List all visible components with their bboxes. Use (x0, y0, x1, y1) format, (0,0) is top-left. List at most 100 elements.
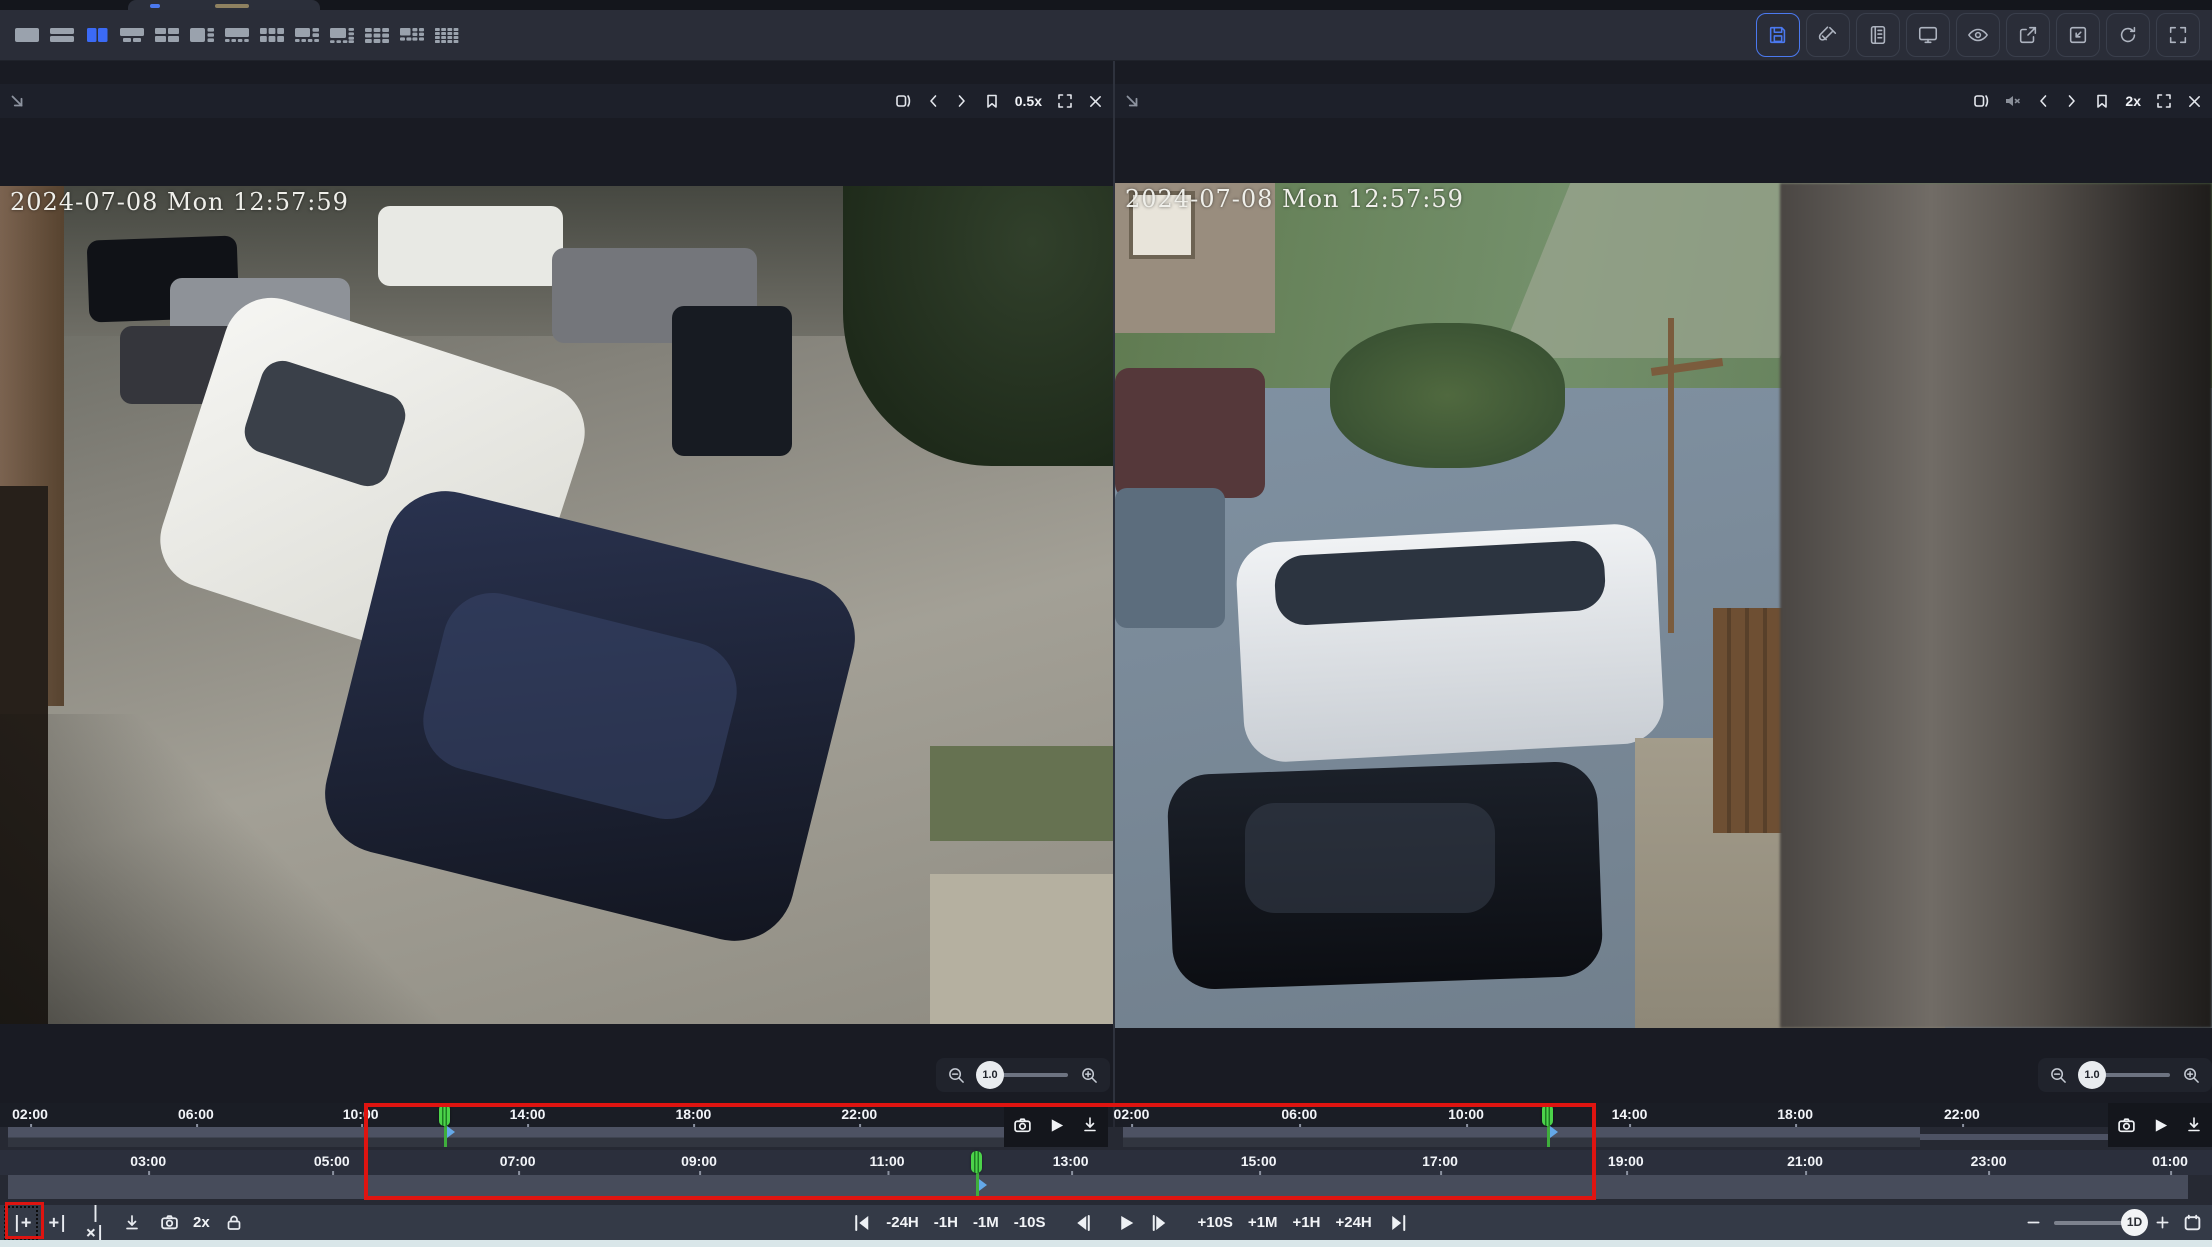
mark-out-button[interactable]: +| (45, 1210, 71, 1236)
zoom-slider-knob[interactable]: 1.0 (2078, 1061, 2106, 1089)
range-slider-track[interactable]: 1D (2054, 1221, 2132, 1225)
step-back-button[interactable] (1072, 1213, 1092, 1233)
skip-to-start-button[interactable] (851, 1213, 871, 1233)
layout-1-button[interactable] (14, 26, 40, 44)
layout-2-vertical-button-selected[interactable] (84, 26, 110, 44)
jump-forward-1m-button[interactable]: +1M (1248, 1214, 1278, 1231)
camera1-timeline[interactable]: 02:00 06:00 10:00 14:00 18:00 22:00 (0, 1103, 1113, 1147)
range-slider-knob[interactable]: 1D (2121, 1209, 2148, 1236)
bookmark-icon[interactable] (984, 93, 1000, 109)
share-icon (2017, 24, 2039, 46)
close-pane-icon[interactable] (2187, 94, 2202, 109)
side-panel-icon[interactable] (895, 93, 911, 109)
jump-forward-10s-button[interactable]: +10S (1197, 1214, 1232, 1231)
layout-16-button[interactable] (434, 26, 460, 44)
snapshot-icon[interactable] (1013, 1116, 1032, 1135)
close-pane-icon[interactable] (1088, 94, 1103, 109)
zoom-in-icon[interactable] (2183, 1067, 2200, 1084)
pane1-speed-label[interactable]: 0.5x (1015, 93, 1042, 109)
layout-9-button[interactable] (364, 26, 390, 44)
next-record-icon[interactable] (955, 93, 969, 109)
scene-car-bluegray (1115, 488, 1225, 628)
play-button[interactable] (1115, 1213, 1135, 1233)
layout-1-plus-2-button[interactable] (119, 26, 145, 44)
pane2-speed-label[interactable]: 2x (2125, 93, 2141, 109)
jump-back-1m-button[interactable]: -1M (973, 1214, 999, 1231)
download-clip-button[interactable] (119, 1210, 145, 1236)
jump-back-1h-button[interactable]: -1H (934, 1214, 958, 1231)
records-button[interactable] (1856, 13, 1900, 57)
layout-4-button[interactable] (154, 26, 180, 44)
share-button[interactable] (2006, 13, 2050, 57)
skip-to-end-button[interactable] (1387, 1213, 1407, 1233)
jump-forward-1h-button[interactable]: +1H (1293, 1214, 1321, 1231)
range-zoom-in-button[interactable] (2155, 1215, 2170, 1230)
camera2-timeline[interactable]: 02:00 06:00 10:00 14:00 18:00 22:00 (1115, 1103, 2212, 1147)
previous-record-icon[interactable] (2036, 93, 2050, 109)
zoom-in-icon[interactable] (1081, 1067, 1098, 1084)
combined-playhead[interactable] (971, 1151, 982, 1173)
playback-speed-button[interactable]: 2x (193, 1214, 210, 1231)
audio-muted-icon[interactable] (2004, 93, 2021, 109)
download-icon[interactable] (2185, 1116, 2203, 1134)
camera1-recording-track[interactable] (0, 1127, 1113, 1147)
toolbar-right-tools (1756, 13, 2200, 57)
camera2-recording-track[interactable] (1115, 1127, 2212, 1147)
previous-record-icon[interactable] (926, 93, 940, 109)
sync-lock-button[interactable] (221, 1210, 247, 1236)
zoom-slider-track[interactable]: 1.0 (2080, 1073, 2170, 1077)
camera1-playhead[interactable] (439, 1104, 450, 1126)
combined-recording-track[interactable] (8, 1175, 2188, 1199)
bottom-scroll-strip[interactable] (0, 1240, 2212, 1247)
refresh-icon (2117, 24, 2139, 46)
clear-button[interactable] (1806, 13, 1850, 57)
zoom-slider-track[interactable]: 1.0 (978, 1073, 1068, 1077)
pane-fullscreen-icon[interactable] (1057, 93, 1073, 109)
jump-back-24h-button[interactable]: -24H (886, 1214, 919, 1231)
next-record-icon[interactable] (2065, 93, 2079, 109)
layout-1-plus-4-button[interactable] (224, 26, 250, 44)
calendar-button[interactable] (2183, 1213, 2202, 1232)
fullscreen-button[interactable] (2156, 13, 2200, 57)
minimize-button[interactable] (2056, 13, 2100, 57)
hour-label: 06:00 (178, 1106, 214, 1122)
hour-label: 19:00 (1608, 1153, 1644, 1169)
zoom-slider-knob[interactable]: 1.0 (976, 1061, 1004, 1089)
layout-6-button[interactable] (259, 26, 285, 44)
layout-1-plus-11-button[interactable] (399, 26, 425, 44)
jump-forward-24h-button[interactable]: +24H (1335, 1214, 1371, 1231)
range-zoom-out-button[interactable] (2026, 1215, 2041, 1230)
play-icon[interactable] (2152, 1117, 2169, 1134)
layout-1-plus-3-button[interactable] (189, 26, 215, 44)
resize-handle-icon[interactable] (8, 92, 26, 110)
layout-1-plus-5-button[interactable] (294, 26, 320, 44)
clear-marks-button[interactable]: |×| (82, 1210, 108, 1236)
playback-control-bar: |+ +| |×| 2x -24H -1H -1M -10S +10S +1M … (0, 1205, 2212, 1240)
refresh-button[interactable] (2106, 13, 2150, 57)
side-panel-icon[interactable] (1973, 93, 1989, 109)
zoom-out-icon[interactable] (948, 1067, 965, 1084)
pane-fullscreen-icon[interactable] (2156, 93, 2172, 109)
download-icon[interactable] (1081, 1116, 1099, 1134)
bookmark-icon[interactable] (2094, 93, 2110, 109)
save-button[interactable] (1756, 13, 1800, 57)
layout-1-plus-7-button[interactable] (329, 26, 355, 44)
step-forward-button[interactable] (1150, 1213, 1170, 1233)
camera2-playhead[interactable] (1542, 1104, 1553, 1126)
records-list-icon (1867, 24, 1889, 46)
mark-in-button[interactable]: |+ (8, 1210, 34, 1236)
display-button[interactable] (1906, 13, 1950, 57)
snapshot-icon[interactable] (2117, 1116, 2136, 1135)
hour-label: 02:00 (12, 1106, 48, 1122)
preview-button[interactable] (1956, 13, 2000, 57)
brush-icon (1817, 24, 1839, 46)
play-icon[interactable] (1048, 1117, 1065, 1134)
layout-2-horizontal-button[interactable] (49, 26, 75, 44)
camera1-video[interactable]: 2024-07-08 Mon 12:57:59 (0, 186, 1113, 1024)
resize-handle-icon[interactable] (1123, 92, 1141, 110)
zoom-out-icon[interactable] (2050, 1067, 2067, 1084)
camera2-video[interactable]: 2024-07-08 Mon 12:57:59 (1115, 183, 2212, 1028)
jump-back-10s-button[interactable]: -10S (1014, 1214, 1046, 1231)
snapshot-button[interactable] (156, 1210, 182, 1236)
combined-timeline[interactable]: 03:00 05:00 07:00 09:00 11:00 13:00 15:0… (0, 1147, 2212, 1205)
